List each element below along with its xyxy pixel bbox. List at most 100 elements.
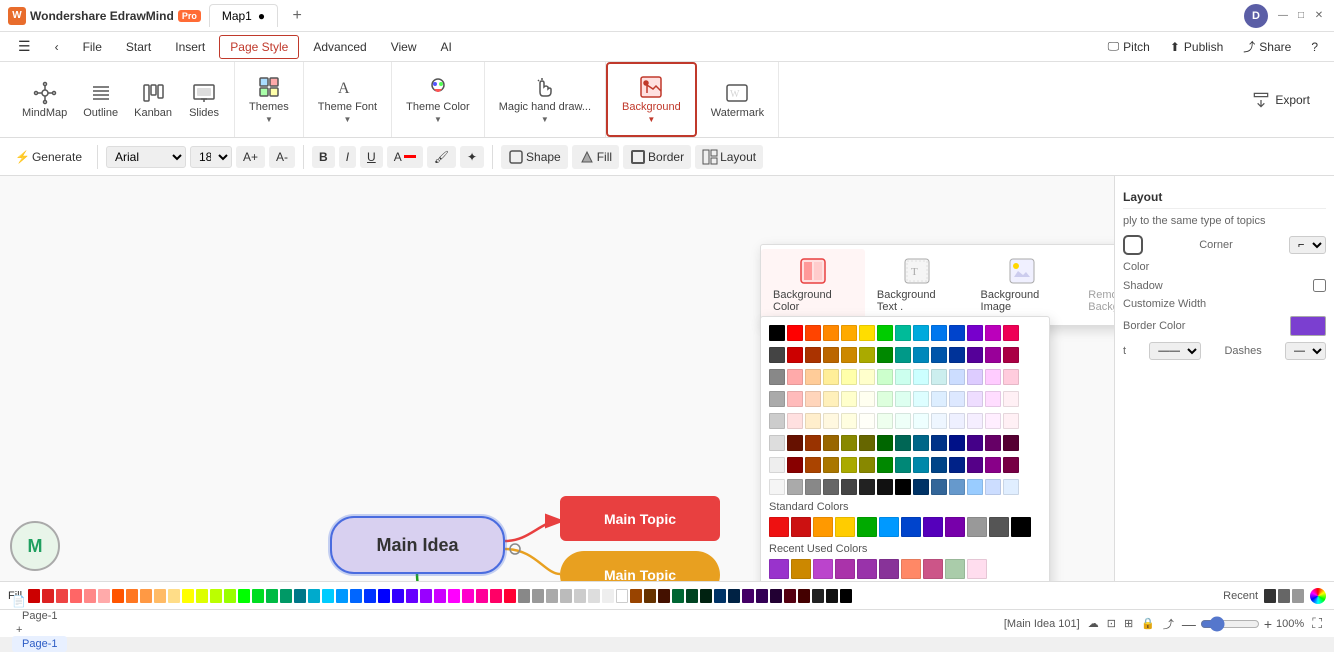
color-cell[interactable] xyxy=(823,435,839,451)
bg-color-option[interactable]: Background Color xyxy=(761,249,865,321)
color-cell[interactable] xyxy=(769,435,785,451)
bottom-color-cell[interactable] xyxy=(294,589,306,603)
bottom-color-cell[interactable] xyxy=(560,589,572,603)
publish-button[interactable]: ⬆ Publish xyxy=(1162,36,1231,58)
pitch-button[interactable]: 🖵 Pitch xyxy=(1100,35,1158,58)
main-topic-2-node[interactable]: Main Topic xyxy=(560,551,720,581)
color-cell[interactable] xyxy=(895,325,911,341)
color-cell[interactable] xyxy=(805,413,821,429)
color-cell[interactable] xyxy=(841,479,857,495)
bottom-color-cell[interactable] xyxy=(252,589,264,603)
recent-color-cell[interactable] xyxy=(945,559,965,579)
color-cell[interactable] xyxy=(787,435,803,451)
color-wheel-mini[interactable] xyxy=(1310,588,1326,604)
bottom-color-cell[interactable] xyxy=(308,589,320,603)
shape-button[interactable]: Shape xyxy=(501,145,568,169)
color-cell[interactable] xyxy=(841,325,857,341)
color-cell[interactable] xyxy=(931,347,947,363)
eraser-button[interactable]: ✦ xyxy=(460,146,484,168)
color-cell[interactable] xyxy=(967,391,983,407)
color-cell[interactable] xyxy=(823,479,839,495)
color-cell[interactable] xyxy=(805,479,821,495)
bold-button[interactable]: B xyxy=(312,146,335,168)
generate-button[interactable]: ⚡ Generate xyxy=(8,146,89,168)
bottom-color-cell[interactable] xyxy=(714,589,726,603)
color-cell[interactable] xyxy=(841,391,857,407)
bottom-color-cell[interactable] xyxy=(476,589,488,603)
bottom-color-cell[interactable] xyxy=(756,589,768,603)
color-cell[interactable] xyxy=(823,369,839,385)
color-cell[interactable] xyxy=(877,325,893,341)
bottom-color-cell[interactable] xyxy=(616,589,628,603)
corner-select[interactable]: ⌐ xyxy=(1289,236,1326,254)
bottom-color-cell[interactable] xyxy=(672,589,684,603)
user-avatar[interactable]: D xyxy=(1244,4,1268,28)
color-cell[interactable] xyxy=(805,391,821,407)
color-cell[interactable] xyxy=(949,347,965,363)
color-cell[interactable] xyxy=(895,413,911,429)
recent-color-cell[interactable] xyxy=(923,559,943,579)
color-cell[interactable] xyxy=(787,413,803,429)
color-cell[interactable] xyxy=(823,391,839,407)
color-cell[interactable] xyxy=(859,457,875,473)
themes-button[interactable]: Themes ▼ xyxy=(243,71,295,128)
color-cell[interactable] xyxy=(931,479,947,495)
shadow-checkbox[interactable] xyxy=(1313,279,1326,292)
std-color-cell[interactable] xyxy=(945,517,965,537)
std-color-cell[interactable] xyxy=(835,517,855,537)
color-cell[interactable] xyxy=(841,457,857,473)
maximize-button[interactable]: □ xyxy=(1294,9,1308,23)
recent-color-cell[interactable] xyxy=(835,559,855,579)
bottom-color-cell[interactable] xyxy=(532,589,544,603)
menu-view[interactable]: View xyxy=(381,36,427,58)
bottom-color-cell[interactable] xyxy=(406,589,418,603)
color-cell[interactable] xyxy=(913,325,929,341)
bottom-color-cell[interactable] xyxy=(518,589,530,603)
color-cell[interactable] xyxy=(841,413,857,429)
bottom-color-cell[interactable] xyxy=(420,589,432,603)
bottom-color-cell[interactable] xyxy=(210,589,222,603)
sidebar-toggle[interactable]: ☰ xyxy=(8,34,41,59)
color-cell[interactable] xyxy=(967,413,983,429)
color-cell[interactable] xyxy=(805,435,821,451)
bottom-color-cell[interactable] xyxy=(812,589,824,603)
underline-button[interactable]: U xyxy=(360,146,383,168)
bottom-color-cell[interactable] xyxy=(840,589,852,603)
font-size-increase[interactable]: A+ xyxy=(236,146,265,168)
bottom-color-cell[interactable] xyxy=(154,589,166,603)
color-cell[interactable] xyxy=(877,369,893,385)
bottom-color-cell[interactable] xyxy=(630,589,642,603)
color-cell[interactable] xyxy=(1003,479,1019,495)
bottom-color-cell[interactable] xyxy=(686,589,698,603)
background-button[interactable]: Background ▼ xyxy=(616,71,687,128)
bottom-color-cell[interactable] xyxy=(224,589,236,603)
bottom-color-cell[interactable] xyxy=(490,589,502,603)
std-color-cell[interactable] xyxy=(857,517,877,537)
color-cell[interactable] xyxy=(913,457,929,473)
recent-color-cell[interactable] xyxy=(791,559,811,579)
bottom-color-cell[interactable] xyxy=(378,589,390,603)
watermark-button[interactable]: W Watermark xyxy=(705,77,770,123)
share-button[interactable]: ⤴ Share xyxy=(1235,34,1299,59)
color-cell[interactable] xyxy=(967,435,983,451)
color-cell[interactable] xyxy=(949,435,965,451)
color-cell[interactable] xyxy=(985,347,1001,363)
italic-button[interactable]: I xyxy=(339,146,356,168)
color-cell[interactable] xyxy=(1003,391,1019,407)
color-cell[interactable] xyxy=(949,391,965,407)
color-cell[interactable] xyxy=(823,347,839,363)
back-button[interactable]: ‹ xyxy=(45,36,69,58)
bottom-color-cell[interactable] xyxy=(322,589,334,603)
zoom-in-button[interactable]: + xyxy=(1264,616,1272,632)
color-cell[interactable] xyxy=(1003,435,1019,451)
bottom-color-cell[interactable] xyxy=(350,589,362,603)
std-color-cell[interactable] xyxy=(901,517,921,537)
minimize-button[interactable]: — xyxy=(1276,9,1290,23)
theme-font-button[interactable]: A Theme Font ▼ xyxy=(312,71,383,128)
bottom-color-cell[interactable] xyxy=(574,589,586,603)
color-cell[interactable] xyxy=(931,457,947,473)
color-cell[interactable] xyxy=(931,435,947,451)
color-cell[interactable] xyxy=(841,347,857,363)
border-button[interactable]: Border xyxy=(623,145,691,169)
color-cell[interactable] xyxy=(913,347,929,363)
